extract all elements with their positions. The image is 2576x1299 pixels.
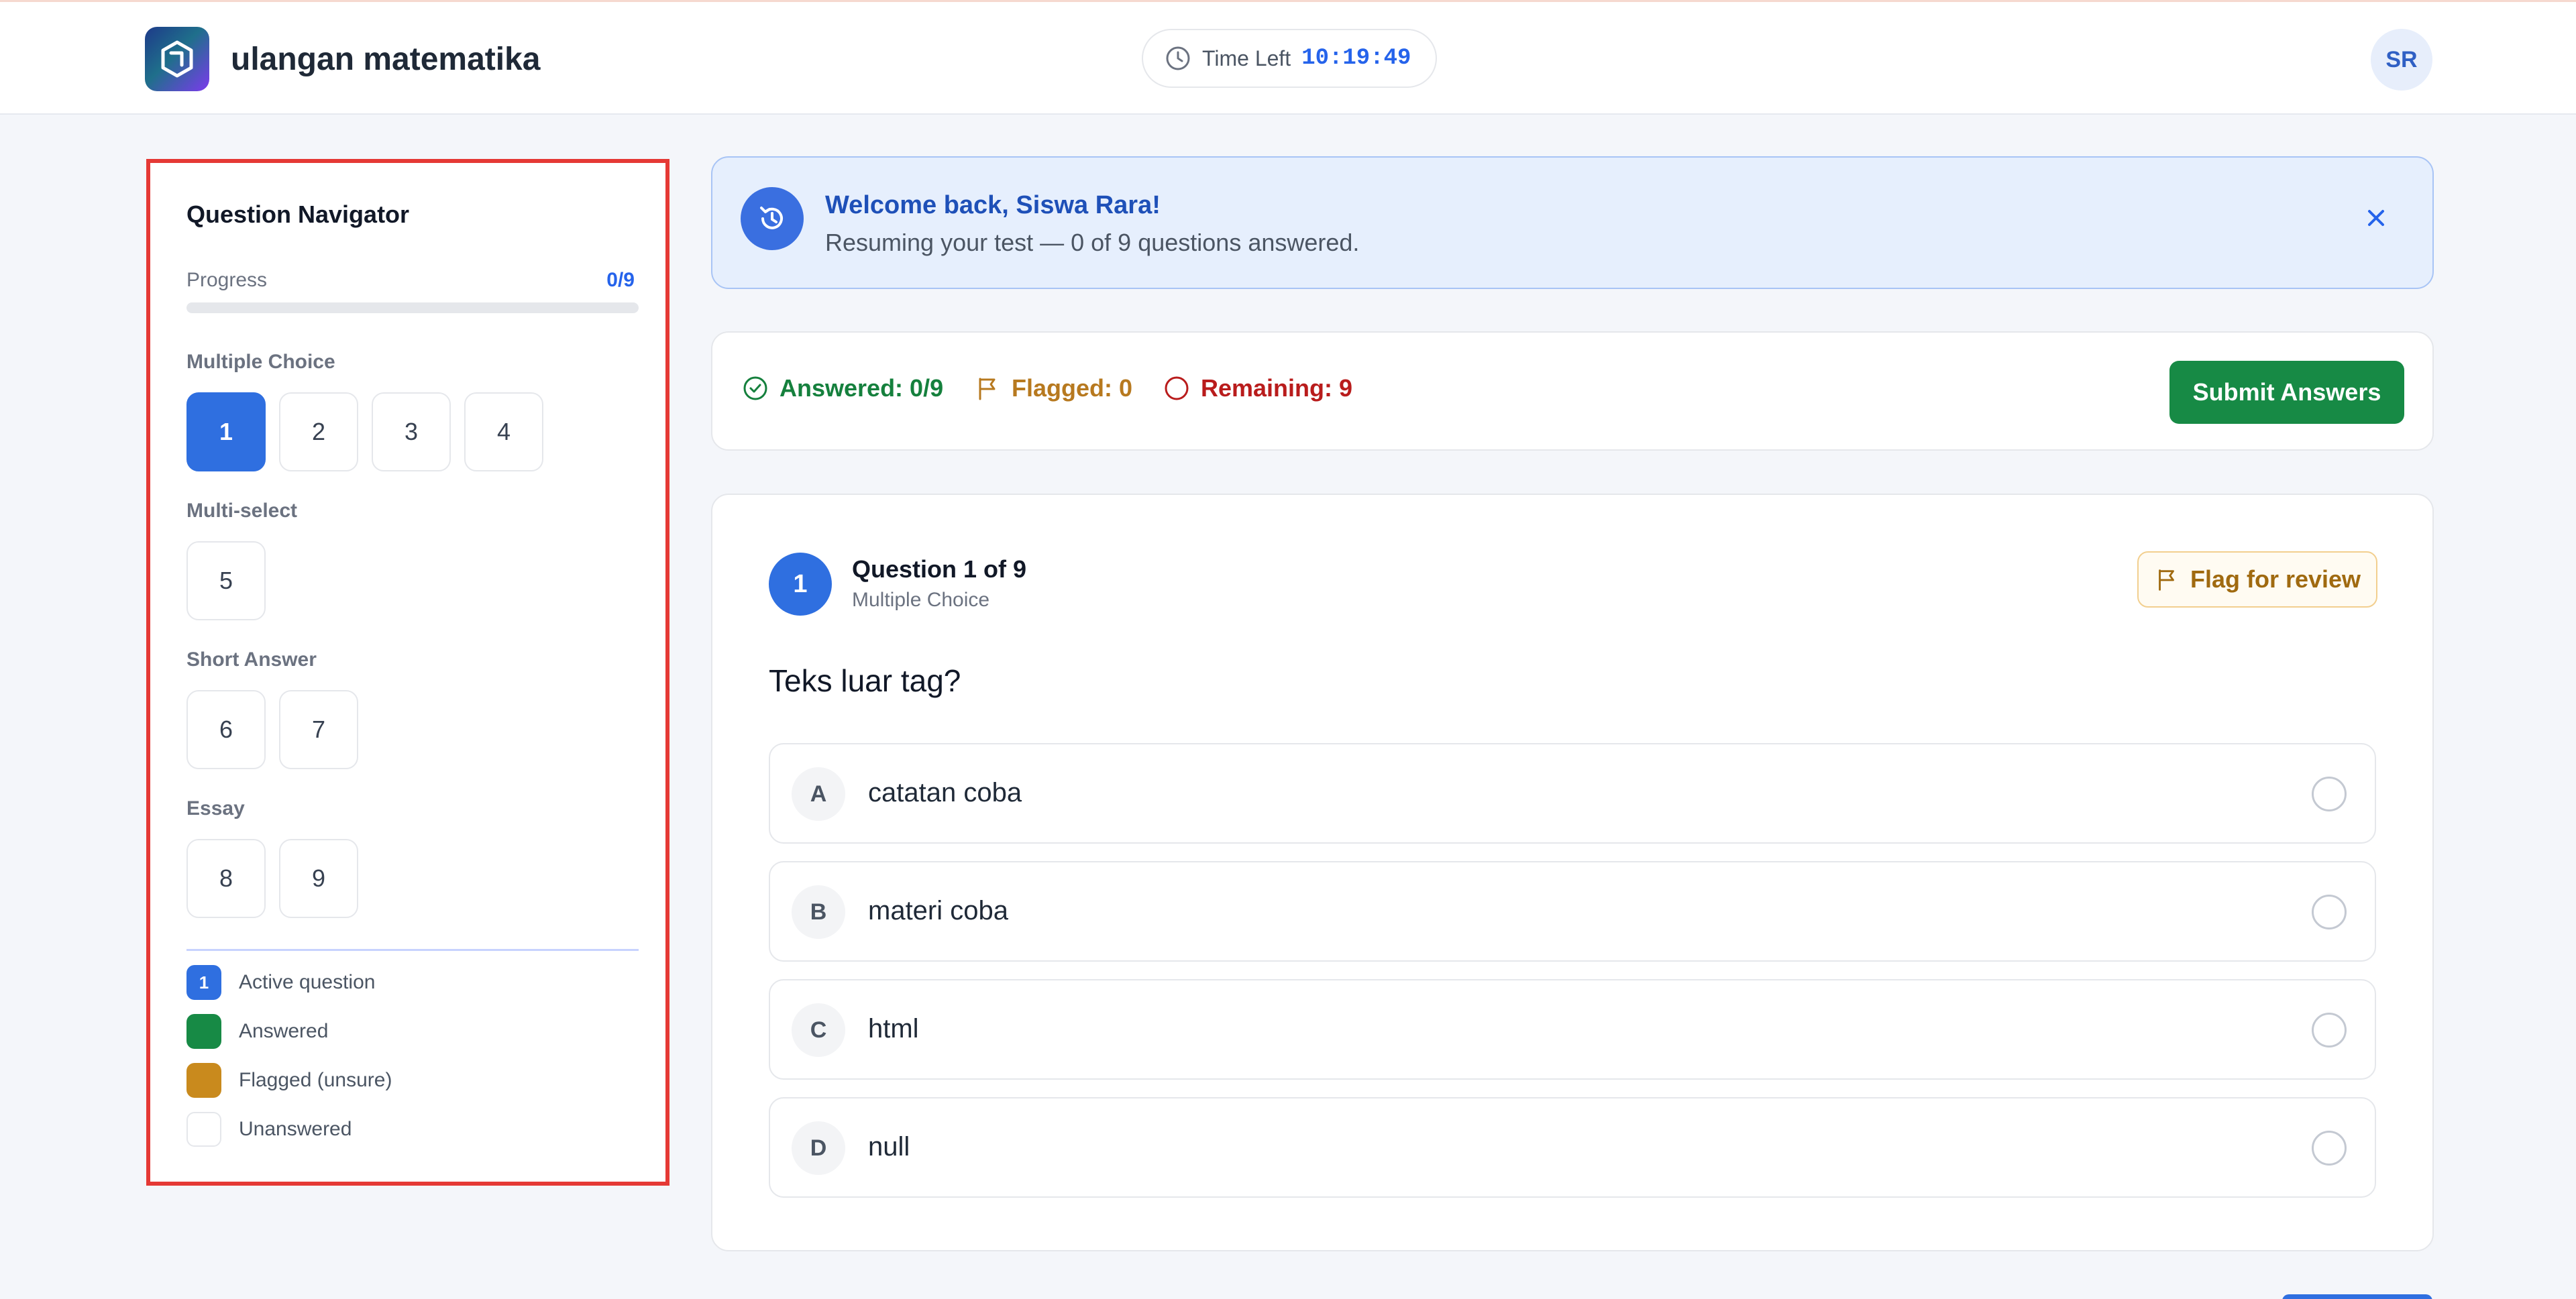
user-avatar[interactable]: SR bbox=[2371, 29, 2432, 91]
question-button-4[interactable]: 4 bbox=[464, 392, 543, 471]
welcome-banner: Welcome back, Siswa Rara! Resuming your … bbox=[711, 156, 2434, 289]
legend-label-answered: Answered bbox=[239, 1020, 329, 1042]
legend-swatch-answered bbox=[186, 1014, 221, 1049]
legend-swatch-unanswered bbox=[186, 1112, 221, 1147]
legend-unanswered: Unanswered bbox=[186, 1112, 352, 1147]
answered-text: Answered: 0/9 bbox=[780, 374, 944, 402]
question-button-8[interactable]: 8 bbox=[186, 839, 266, 918]
option-text: catatan coba bbox=[868, 778, 1022, 807]
answer-option-a[interactable]: A catatan coba bbox=[769, 743, 2376, 844]
question-card: 1 Question 1 of 9 Multiple Choice Flag f… bbox=[711, 494, 2434, 1251]
answered-count: Answered: 0/9 bbox=[742, 374, 943, 402]
flagged-count: Flagged: 0 bbox=[974, 374, 1132, 402]
option-radio[interactable] bbox=[2312, 1131, 2347, 1166]
time-left-timer: Time Left 10:19:49 bbox=[1142, 29, 1437, 88]
timer-value: 10:19:49 bbox=[1301, 46, 1411, 71]
option-letter: B bbox=[792, 885, 845, 939]
clock-icon bbox=[1166, 46, 1190, 70]
history-icon bbox=[741, 187, 804, 250]
question-button-7[interactable]: 7 bbox=[279, 690, 358, 769]
legend-active: 1 Active question bbox=[186, 965, 375, 1000]
welcome-subtitle: Resuming your test — 0 of 9 questions an… bbox=[825, 229, 1360, 256]
flag-for-review-label: Flag for review bbox=[2190, 565, 2361, 593]
progress-count: 0/9 bbox=[606, 269, 635, 291]
option-text: null bbox=[868, 1132, 910, 1162]
section-label-essay: Essay bbox=[186, 797, 245, 820]
option-radio[interactable] bbox=[2312, 777, 2347, 811]
submit-answers-button[interactable]: Submit Answers bbox=[2169, 361, 2404, 424]
question-button-1[interactable]: 1 bbox=[186, 392, 266, 471]
progress-label: Progress bbox=[186, 269, 268, 291]
question-button-2[interactable]: 2 bbox=[279, 392, 358, 471]
option-letter: D bbox=[792, 1121, 845, 1175]
flagged-text: Flagged: 0 bbox=[1012, 374, 1133, 402]
question-heading: Question 1 of 9 bbox=[852, 555, 1027, 583]
option-radio[interactable] bbox=[2312, 895, 2347, 929]
answer-option-b[interactable]: B materi coba bbox=[769, 861, 2376, 962]
check-circle-icon bbox=[743, 376, 767, 400]
answer-option-c[interactable]: C html bbox=[769, 979, 2376, 1080]
legend-label-flagged: Flagged (unsure) bbox=[239, 1069, 392, 1091]
welcome-title: Welcome back, Siswa Rara! bbox=[825, 191, 1161, 219]
legend-swatch-flagged bbox=[186, 1063, 221, 1098]
question-type: Multiple Choice bbox=[852, 589, 990, 611]
answer-option-d[interactable]: D null bbox=[769, 1097, 2376, 1198]
question-text: Teks luar tag? bbox=[769, 663, 961, 698]
legend-label-active: Active question bbox=[239, 971, 376, 993]
close-icon[interactable] bbox=[2361, 203, 2391, 233]
option-letter: C bbox=[792, 1003, 845, 1057]
question-button-6[interactable]: 6 bbox=[186, 690, 266, 769]
option-radio[interactable] bbox=[2312, 1013, 2347, 1048]
top-header: ulangan matematika Time Left 10:19:49 SR bbox=[0, 2, 2576, 115]
question-navigator: Question Navigator Progress 0/9 Multiple… bbox=[146, 159, 669, 1186]
section-label-short-answer: Short Answer bbox=[186, 648, 317, 671]
flag-icon bbox=[979, 378, 996, 400]
legend-label-unanswered: Unanswered bbox=[239, 1118, 352, 1140]
status-bar: Answered: 0/9 Flagged: 0 Remaining: 9 Su… bbox=[711, 331, 2434, 451]
section-label-multiple-choice: Multiple Choice bbox=[186, 351, 335, 373]
navigator-divider bbox=[186, 949, 639, 951]
question-number-badge: 1 bbox=[769, 553, 832, 616]
option-text: html bbox=[868, 1014, 919, 1043]
remaining-text: Remaining: 9 bbox=[1201, 374, 1353, 402]
flag-icon bbox=[2159, 569, 2174, 591]
option-letter: A bbox=[792, 767, 845, 821]
option-text: materi coba bbox=[868, 896, 1008, 925]
app-title: ulangan matematika bbox=[231, 42, 541, 77]
question-button-3[interactable]: 3 bbox=[372, 392, 451, 471]
circle-icon bbox=[1165, 376, 1189, 400]
progress-bar bbox=[186, 302, 639, 313]
remaining-count: Remaining: 9 bbox=[1163, 374, 1352, 402]
legend-flagged: Flagged (unsure) bbox=[186, 1063, 392, 1098]
question-button-5[interactable]: 5 bbox=[186, 541, 266, 620]
navigator-title: Question Navigator bbox=[186, 201, 410, 228]
legend-swatch-active: 1 bbox=[186, 965, 221, 1000]
app-logo-icon bbox=[145, 27, 209, 91]
section-label-multi-select: Multi-select bbox=[186, 500, 298, 522]
question-button-9[interactable]: 9 bbox=[279, 839, 358, 918]
legend-answered: Answered bbox=[186, 1014, 328, 1049]
flag-for-review-button[interactable]: Flag for review bbox=[2137, 551, 2377, 608]
next-button-peek[interactable] bbox=[2282, 1294, 2432, 1299]
timer-label: Time Left bbox=[1202, 46, 1291, 70]
